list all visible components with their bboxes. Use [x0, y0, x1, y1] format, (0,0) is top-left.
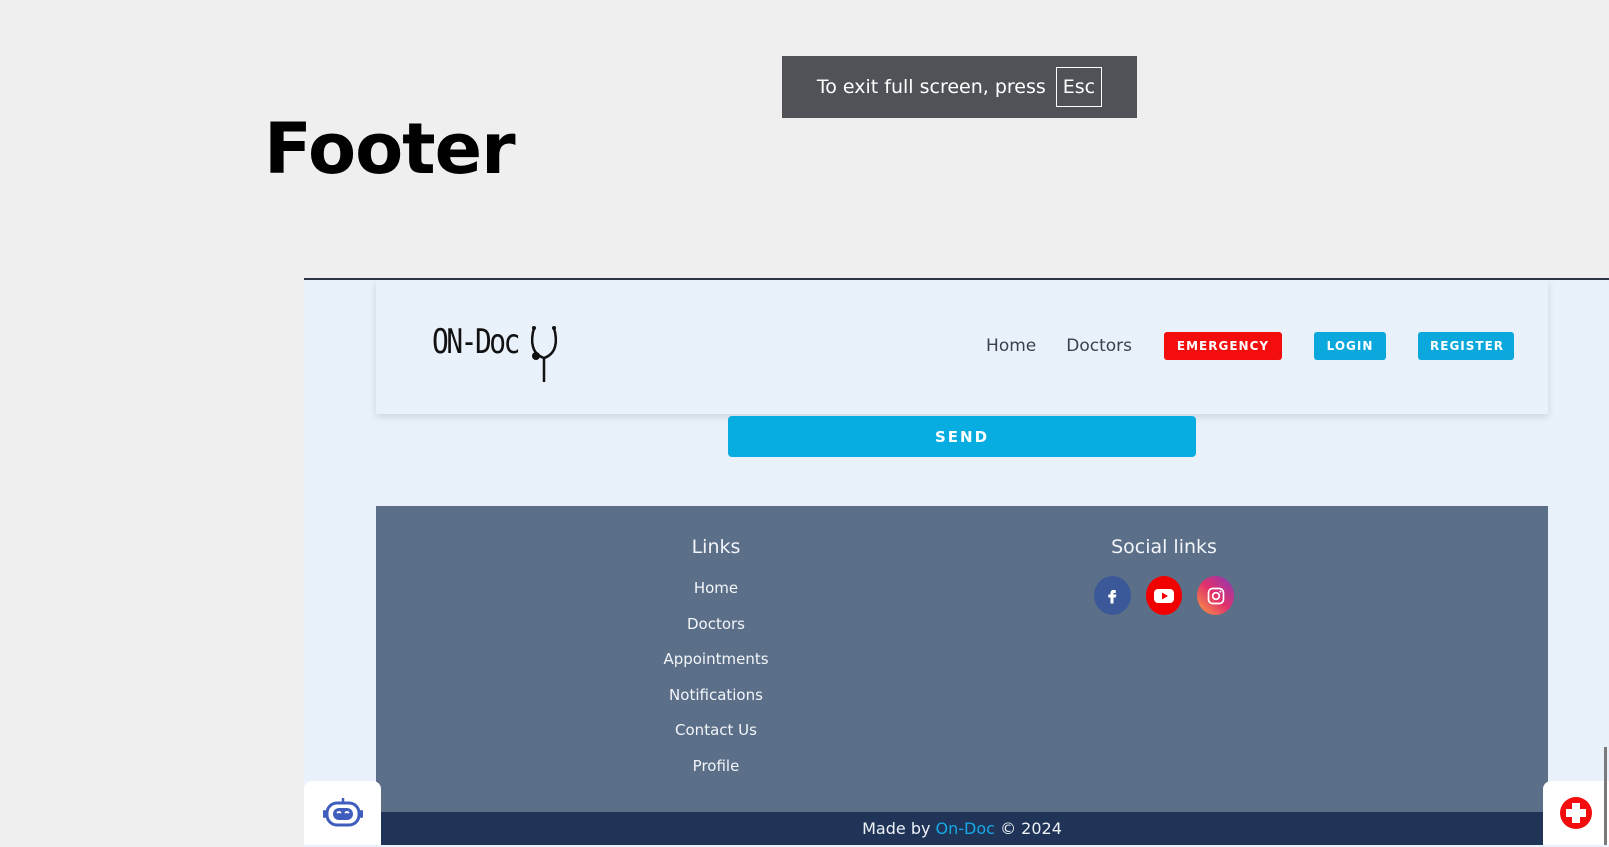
- copyright-suffix: © 2024: [1000, 819, 1062, 838]
- scrollbar-thumb[interactable]: [1604, 747, 1607, 845]
- robot-icon: [322, 798, 363, 827]
- fullscreen-notice-text: To exit full screen, press: [816, 76, 1046, 98]
- footer-social-title: Social links: [1111, 536, 1217, 558]
- footer-link-appointments[interactable]: Appointments: [646, 649, 786, 685]
- site-navbar: ON-Doc Home Doctors EMERGENCY LOGIN REGI…: [376, 280, 1548, 414]
- footer-link-profile[interactable]: Profile: [646, 756, 786, 792]
- esc-key-badge: Esc: [1055, 67, 1103, 107]
- fullscreen-exit-notice: To exit full screen, press Esc: [782, 56, 1137, 118]
- footer-link-doctors[interactable]: Doctors: [646, 614, 786, 650]
- footer-social-column: Social links: [1094, 536, 1235, 615]
- send-button[interactable]: SEND: [728, 416, 1196, 457]
- footer-links-title: Links: [691, 536, 741, 558]
- copyright-brand-link[interactable]: On-Doc: [936, 819, 995, 838]
- nav-link-home[interactable]: Home: [986, 336, 1036, 356]
- facebook-icon[interactable]: [1094, 576, 1131, 615]
- youtube-icon[interactable]: [1145, 576, 1183, 615]
- footer-links-column: Links Home Doctors Appointments Notifica…: [646, 536, 786, 791]
- register-button[interactable]: REGISTER: [1418, 332, 1514, 360]
- stethoscope-icon: [530, 326, 558, 382]
- site-logo[interactable]: ON-Doc: [432, 316, 572, 388]
- website-preview: ON-Doc Home Doctors EMERGENCY LOGIN REGI…: [304, 278, 1609, 847]
- medical-cross-icon: [1560, 797, 1592, 829]
- logo-text: ON-Doc: [432, 322, 520, 362]
- footer-link-home[interactable]: Home: [646, 578, 786, 614]
- copyright-bar: Made by On-Doc © 2024: [376, 812, 1548, 845]
- site-footer: Links Home Doctors Appointments Notifica…: [376, 506, 1548, 812]
- emergency-float-button[interactable]: [1543, 781, 1609, 845]
- nav-menu: Home Doctors EMERGENCY LOGIN REGISTER: [986, 332, 1514, 360]
- emergency-button[interactable]: EMERGENCY: [1164, 332, 1282, 360]
- nav-link-doctors[interactable]: Doctors: [1066, 336, 1132, 356]
- login-button[interactable]: LOGIN: [1314, 332, 1386, 360]
- instagram-icon[interactable]: [1197, 576, 1235, 615]
- copyright-prefix: Made by: [862, 819, 931, 838]
- footer-link-notifications[interactable]: Notifications: [646, 685, 786, 721]
- slide-title: Footer: [264, 108, 516, 190]
- social-icons: [1094, 576, 1235, 615]
- footer-link-contact-us[interactable]: Contact Us: [646, 720, 786, 756]
- chatbot-button[interactable]: [304, 781, 381, 845]
